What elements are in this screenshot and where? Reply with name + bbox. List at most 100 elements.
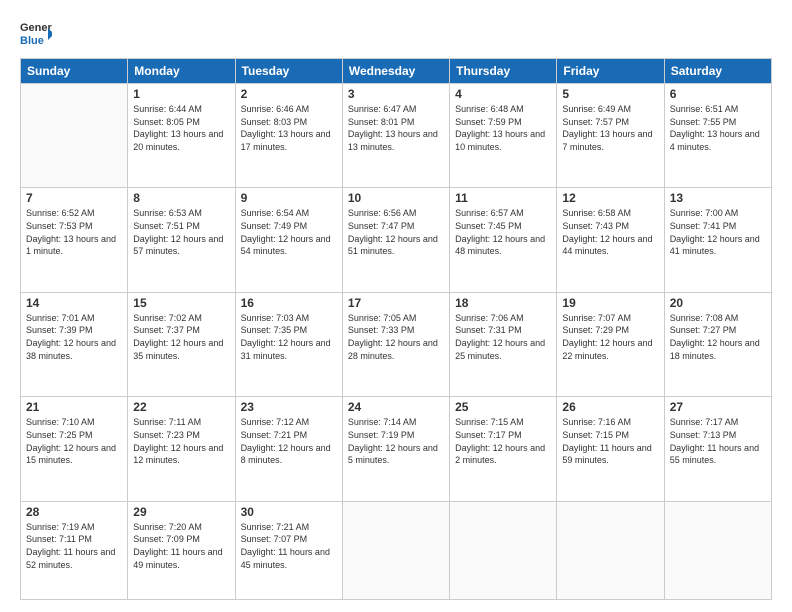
day-number: 2 bbox=[241, 87, 337, 101]
day-info: Sunrise: 7:21 AMSunset: 7:07 PMDaylight:… bbox=[241, 521, 337, 571]
calendar-cell: 13Sunrise: 7:00 AMSunset: 7:41 PMDayligh… bbox=[664, 188, 771, 292]
calendar-cell: 18 Sunrise: 7:06 AMSunset: 7:31 PMDayligh… bbox=[450, 292, 557, 396]
calendar-cell: 7 Sunrise: 6:52 AMSunset: 7:53 PMDaylight… bbox=[21, 188, 128, 292]
day-number: 7 bbox=[26, 191, 122, 205]
weekday-header: Friday bbox=[557, 59, 664, 84]
weekday-header: Thursday bbox=[450, 59, 557, 84]
calendar-cell: 6 Sunrise: 6:51 AMSunset: 7:55 PMDaylight… bbox=[664, 84, 771, 188]
calendar-cell: 16 Sunrise: 7:03 AMSunset: 7:35 PMDayligh… bbox=[235, 292, 342, 396]
day-info: Sunrise: 6:46 AMSunset: 8:03 PMDaylight:… bbox=[241, 103, 337, 153]
day-number: 25 bbox=[455, 400, 551, 414]
day-info: Sunrise: 6:51 AMSunset: 7:55 PMDaylight:… bbox=[670, 103, 766, 153]
svg-text:General: General bbox=[20, 22, 52, 34]
day-number: 6 bbox=[670, 87, 766, 101]
day-number: 15 bbox=[133, 296, 229, 310]
calendar-cell bbox=[21, 84, 128, 188]
day-info: Sunrise: 6:49 AMSunset: 7:57 PMDaylight:… bbox=[562, 103, 658, 153]
calendar-cell bbox=[450, 501, 557, 599]
day-number: 28 bbox=[26, 505, 122, 519]
calendar-cell: 21 Sunrise: 7:10 AMSunset: 7:25 PMDayligh… bbox=[21, 397, 128, 501]
weekday-header: Wednesday bbox=[342, 59, 449, 84]
calendar-page: General Blue SundayMondayTuesdayWednesda… bbox=[0, 0, 792, 612]
calendar-header-row: SundayMondayTuesdayWednesdayThursdayFrid… bbox=[21, 59, 772, 84]
day-info: Sunrise: 7:06 AMSunset: 7:31 PMDaylight:… bbox=[455, 312, 551, 362]
day-info: Sunrise: 6:44 AMSunset: 8:05 PMDaylight:… bbox=[133, 103, 229, 153]
day-info: Sunrise: 6:47 AMSunset: 8:01 PMDaylight:… bbox=[348, 103, 444, 153]
day-number: 1 bbox=[133, 87, 229, 101]
calendar-cell: 5 Sunrise: 6:49 AMSunset: 7:57 PMDaylight… bbox=[557, 84, 664, 188]
day-number: 24 bbox=[348, 400, 444, 414]
day-info: Sunrise: 7:12 AMSunset: 7:21 PMDaylight:… bbox=[241, 416, 337, 466]
day-info: Sunrise: 7:05 AMSunset: 7:33 PMDaylight:… bbox=[348, 312, 444, 362]
day-number: 14 bbox=[26, 296, 122, 310]
day-info: Sunrise: 7:15 AMSunset: 7:17 PMDaylight:… bbox=[455, 416, 551, 466]
day-number: 3 bbox=[348, 87, 444, 101]
day-info: Sunrise: 6:52 AMSunset: 7:53 PMDaylight:… bbox=[26, 207, 122, 257]
day-number: 12 bbox=[562, 191, 658, 205]
calendar-cell: 30 Sunrise: 7:21 AMSunset: 7:07 PMDayligh… bbox=[235, 501, 342, 599]
day-number: 21 bbox=[26, 400, 122, 414]
calendar-week-row: 1 Sunrise: 6:44 AMSunset: 8:05 PMDaylight… bbox=[21, 84, 772, 188]
day-number: 10 bbox=[348, 191, 444, 205]
calendar-table: SundayMondayTuesdayWednesdayThursdayFrid… bbox=[20, 58, 772, 600]
calendar-cell: 12 Sunrise: 6:58 AMSunset: 7:43 PMDayligh… bbox=[557, 188, 664, 292]
logo-svg: General Blue bbox=[20, 18, 52, 50]
calendar-cell: 15 Sunrise: 7:02 AMSunset: 7:37 PMDayligh… bbox=[128, 292, 235, 396]
calendar-cell: 11 Sunrise: 6:57 AMSunset: 7:45 PMDayligh… bbox=[450, 188, 557, 292]
weekday-header: Monday bbox=[128, 59, 235, 84]
day-number: 9 bbox=[241, 191, 337, 205]
calendar-cell: 27Sunrise: 7:17 AMSunset: 7:13 PMDayligh… bbox=[664, 397, 771, 501]
day-info: Sunrise: 7:14 AMSunset: 7:19 PMDaylight:… bbox=[348, 416, 444, 466]
day-number: 11 bbox=[455, 191, 551, 205]
weekday-header: Saturday bbox=[664, 59, 771, 84]
day-info: Sunrise: 6:56 AMSunset: 7:47 PMDaylight:… bbox=[348, 207, 444, 257]
calendar-cell: 3 Sunrise: 6:47 AMSunset: 8:01 PMDaylight… bbox=[342, 84, 449, 188]
calendar-week-row: 14Sunrise: 7:01 AMSunset: 7:39 PMDayligh… bbox=[21, 292, 772, 396]
day-number: 13 bbox=[670, 191, 766, 205]
day-info: Sunrise: 7:16 AMSunset: 7:15 PMDaylight:… bbox=[562, 416, 658, 466]
day-info: Sunrise: 7:08 AMSunset: 7:27 PMDaylight:… bbox=[670, 312, 766, 362]
day-info: Sunrise: 6:57 AMSunset: 7:45 PMDaylight:… bbox=[455, 207, 551, 257]
day-info: Sunrise: 7:07 AMSunset: 7:29 PMDaylight:… bbox=[562, 312, 658, 362]
day-number: 26 bbox=[562, 400, 658, 414]
calendar-cell: 26 Sunrise: 7:16 AMSunset: 7:15 PMDayligh… bbox=[557, 397, 664, 501]
day-info: Sunrise: 6:58 AMSunset: 7:43 PMDaylight:… bbox=[562, 207, 658, 257]
calendar-cell: 17Sunrise: 7:05 AMSunset: 7:33 PMDayligh… bbox=[342, 292, 449, 396]
calendar-cell: 19 Sunrise: 7:07 AMSunset: 7:29 PMDayligh… bbox=[557, 292, 664, 396]
calendar-week-row: 7 Sunrise: 6:52 AMSunset: 7:53 PMDaylight… bbox=[21, 188, 772, 292]
calendar-cell: 14Sunrise: 7:01 AMSunset: 7:39 PMDayligh… bbox=[21, 292, 128, 396]
day-info: Sunrise: 7:02 AMSunset: 7:37 PMDaylight:… bbox=[133, 312, 229, 362]
logo: General Blue bbox=[20, 18, 52, 50]
day-number: 5 bbox=[562, 87, 658, 101]
day-number: 16 bbox=[241, 296, 337, 310]
calendar-cell bbox=[664, 501, 771, 599]
day-number: 18 bbox=[455, 296, 551, 310]
day-info: Sunrise: 6:54 AMSunset: 7:49 PMDaylight:… bbox=[241, 207, 337, 257]
calendar-cell: 10 Sunrise: 6:56 AMSunset: 7:47 PMDayligh… bbox=[342, 188, 449, 292]
day-info: Sunrise: 7:17 AMSunset: 7:13 PMDaylight:… bbox=[670, 416, 766, 466]
calendar-cell: 28Sunrise: 7:19 AMSunset: 7:11 PMDayligh… bbox=[21, 501, 128, 599]
day-number: 22 bbox=[133, 400, 229, 414]
calendar-cell bbox=[557, 501, 664, 599]
day-number: 19 bbox=[562, 296, 658, 310]
day-number: 23 bbox=[241, 400, 337, 414]
day-info: Sunrise: 6:53 AMSunset: 7:51 PMDaylight:… bbox=[133, 207, 229, 257]
calendar-cell: 25 Sunrise: 7:15 AMSunset: 7:17 PMDayligh… bbox=[450, 397, 557, 501]
calendar-week-row: 21 Sunrise: 7:10 AMSunset: 7:25 PMDayligh… bbox=[21, 397, 772, 501]
calendar-cell: 29 Sunrise: 7:20 AMSunset: 7:09 PMDayligh… bbox=[128, 501, 235, 599]
day-number: 30 bbox=[241, 505, 337, 519]
day-info: Sunrise: 7:10 AMSunset: 7:25 PMDaylight:… bbox=[26, 416, 122, 466]
calendar-cell: 20Sunrise: 7:08 AMSunset: 7:27 PMDayligh… bbox=[664, 292, 771, 396]
svg-text:Blue: Blue bbox=[20, 35, 44, 47]
header: General Blue bbox=[20, 18, 772, 50]
calendar-cell: 1 Sunrise: 6:44 AMSunset: 8:05 PMDaylight… bbox=[128, 84, 235, 188]
calendar-week-row: 28Sunrise: 7:19 AMSunset: 7:11 PMDayligh… bbox=[21, 501, 772, 599]
day-number: 4 bbox=[455, 87, 551, 101]
calendar-cell: 8Sunrise: 6:53 AMSunset: 7:51 PMDaylight… bbox=[128, 188, 235, 292]
day-number: 29 bbox=[133, 505, 229, 519]
calendar-cell: 24 Sunrise: 7:14 AMSunset: 7:19 PMDayligh… bbox=[342, 397, 449, 501]
calendar-cell: 23 Sunrise: 7:12 AMSunset: 7:21 PMDayligh… bbox=[235, 397, 342, 501]
day-info: Sunrise: 7:20 AMSunset: 7:09 PMDaylight:… bbox=[133, 521, 229, 571]
calendar-cell bbox=[342, 501, 449, 599]
day-info: Sunrise: 7:03 AMSunset: 7:35 PMDaylight:… bbox=[241, 312, 337, 362]
